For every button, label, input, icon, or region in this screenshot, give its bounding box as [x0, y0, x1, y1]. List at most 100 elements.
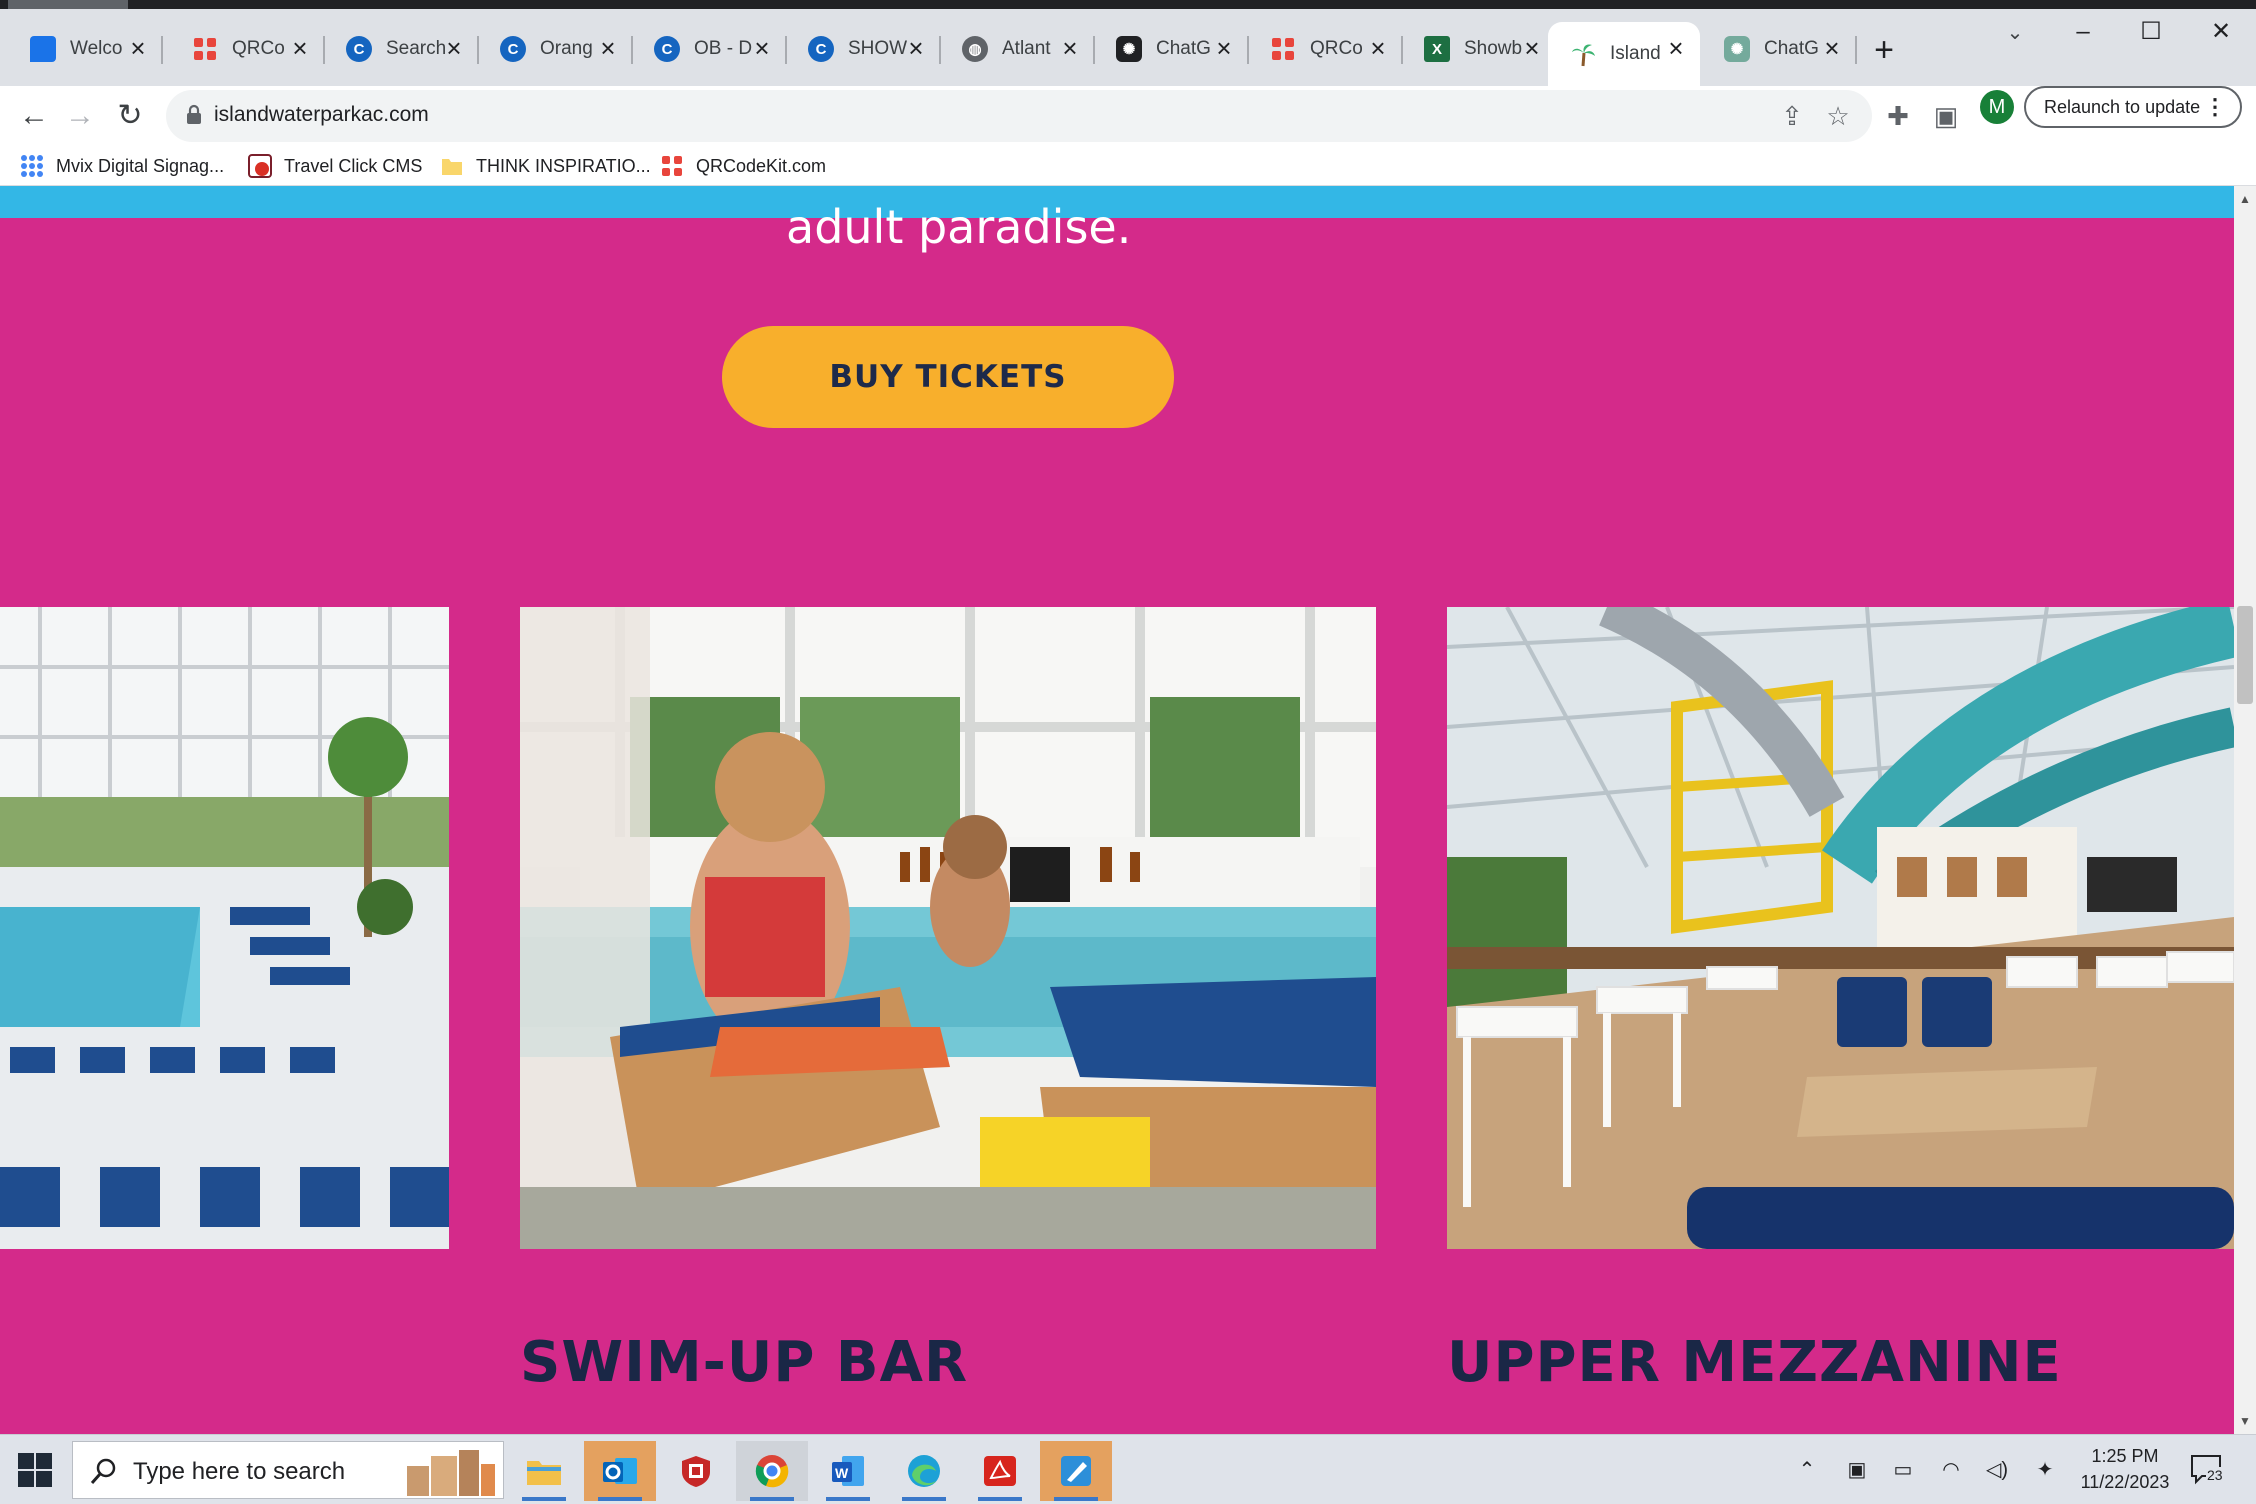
wifi-icon[interactable]: ◠ [1936, 1455, 1966, 1485]
window-top-edge [0, 0, 2256, 9]
tab-ob[interactable]: C OB - D × [632, 22, 787, 76]
tab-orange[interactable]: C Orang × [478, 22, 633, 76]
tab-qrcode-2[interactable]: QRCo × [1248, 22, 1403, 76]
system-clock[interactable]: 1:25 PM 11/22/2023 [2070, 1443, 2180, 1495]
url-text[interactable]: islandwaterparkac.com [214, 103, 429, 127]
bookmark-qrcodekit[interactable]: QRCodeKit.com [660, 150, 826, 182]
bookmark-think-inspiration[interactable]: THINK INSPIRATIO... [440, 150, 651, 182]
close-icon[interactable]: × [1664, 35, 1688, 61]
bookmark-travel-click[interactable]: Travel Click CMS [248, 150, 422, 182]
reload-button[interactable]: ↻ [108, 94, 152, 138]
tab-island-active[interactable]: Island × [1548, 22, 1700, 86]
relaunch-label: Relaunch to update [2044, 97, 2201, 117]
globe-icon: ◍ [962, 36, 988, 62]
side-panel-icon[interactable]: ▣ [1930, 100, 1962, 132]
close-icon[interactable]: × [596, 35, 620, 61]
scroll-up-arrow-icon[interactable]: ▲ [2234, 188, 2256, 210]
chrome-icon[interactable] [736, 1441, 808, 1501]
apps-grid-icon [20, 154, 44, 178]
browser-toolbar: ← → ↻ islandwaterparkac.com ⇪ ☆ ✚ ▣ [0, 86, 2256, 146]
tab-title: OB - D [694, 38, 753, 59]
bookmark-label: Travel Click CMS [284, 155, 423, 176]
close-icon[interactable]: × [750, 35, 774, 61]
close-icon[interactable]: × [1520, 35, 1544, 61]
folder-icon [440, 154, 464, 178]
tab-title: Search [386, 38, 447, 59]
more-menu-icon[interactable]: ⋮ [2204, 88, 2226, 126]
tab-title: Atlant [1002, 38, 1051, 59]
tab-chatgpt[interactable]: ✺ ChatG × [1094, 22, 1249, 76]
upper-mezzanine-caption: UPPER MEZZANINE [1447, 1330, 2062, 1395]
back-button[interactable]: ← [12, 94, 56, 138]
address-bar[interactable]: islandwaterparkac.com ⇪ ☆ [166, 90, 1872, 142]
bookmark-star-icon[interactable]: ☆ [1824, 102, 1852, 130]
close-icon[interactable]: × [288, 35, 312, 61]
tab-title: QRCo [1310, 38, 1363, 59]
tab-atlantic[interactable]: ◍ Atlant × [940, 22, 1095, 76]
tab-search-chevron-icon[interactable]: ⌄ [2000, 20, 2030, 50]
clock-date: 11/22/2023 [2080, 1472, 2170, 1492]
scrollbar-thumb[interactable] [2237, 606, 2253, 704]
close-window-button[interactable]: ✕ [2198, 14, 2244, 50]
outlook-icon[interactable] [584, 1441, 656, 1501]
close-icon[interactable]: × [126, 35, 150, 61]
search-icon [89, 1456, 119, 1486]
security-icon[interactable] [660, 1441, 732, 1501]
paint-icon[interactable] [1040, 1441, 1112, 1501]
edge-icon[interactable] [888, 1441, 960, 1501]
vertical-scrollbar[interactable]: ▲ ▼ [2234, 186, 2256, 1434]
volume-icon[interactable]: ◁) [1982, 1455, 2012, 1485]
lock-icon [186, 104, 202, 126]
close-icon[interactable]: × [442, 35, 466, 61]
buy-tickets-button[interactable]: BUY TICKETS [722, 326, 1174, 428]
notification-center-icon[interactable]: 23 [2190, 1453, 2226, 1487]
dropbox-icon[interactable]: ✦ [2030, 1455, 2060, 1485]
show-hidden-icons-chevron-icon[interactable]: ⌃ [1792, 1455, 1822, 1485]
acrobat-icon[interactable] [964, 1441, 1036, 1501]
taskbar-search-box[interactable]: Type here to search [72, 1441, 504, 1499]
relaunch-to-update-button[interactable]: Relaunch to update ⋮ [2024, 86, 2242, 128]
tab-showbook[interactable]: X Showb × [1402, 22, 1557, 76]
forward-button[interactable]: → [58, 94, 102, 138]
share-icon[interactable]: ⇪ [1778, 102, 1806, 130]
bookmarks-bar: Mvix Digital Signag... Travel Click CMS … [0, 146, 2256, 186]
tab-title: SHOW [848, 38, 908, 59]
close-icon[interactable]: × [904, 35, 928, 61]
scroll-down-arrow-icon[interactable]: ▼ [2234, 1410, 2256, 1432]
word-icon[interactable]: W [812, 1441, 884, 1501]
battery-icon[interactable]: ▭ [1888, 1455, 1918, 1485]
windows-taskbar: Type here to search W ⌃ ▣ ▭ ◠ ◁) ✦ 1:25 … [0, 1434, 2256, 1504]
qr-icon [192, 36, 218, 62]
tab-search[interactable]: C Search × [324, 22, 479, 76]
meet-now-icon[interactable]: ▣ [1842, 1455, 1872, 1485]
bookmark-label: THINK INSPIRATIO... [476, 155, 651, 176]
bookmark-label: Mvix Digital Signag... [56, 155, 225, 176]
bookmark-mvix[interactable]: Mvix Digital Signag... [20, 150, 224, 182]
close-icon[interactable]: × [1820, 35, 1844, 61]
new-tab-button[interactable]: + [1864, 30, 1904, 70]
file-explorer-icon[interactable] [508, 1441, 580, 1501]
tab-title: Welco [70, 38, 123, 59]
palm-icon [1570, 41, 1596, 67]
openai-icon: ✺ [1116, 36, 1142, 62]
tab-title: Island [1610, 43, 1661, 64]
search-highlight-image [397, 1446, 497, 1496]
tab-welcome[interactable]: Welco × [8, 22, 163, 76]
minimize-button[interactable]: – [2060, 14, 2106, 50]
close-icon[interactable]: × [1058, 35, 1082, 61]
tab-show[interactable]: C SHOW × [786, 22, 941, 76]
hero-text: adult paradise. [786, 200, 1132, 254]
windows-start-icon[interactable] [18, 1453, 52, 1487]
chat-icon [30, 36, 56, 62]
profile-avatar[interactable]: M [1980, 90, 2014, 124]
maximize-button[interactable]: ☐ [2128, 14, 2174, 50]
tab-title: ChatG [1764, 38, 1819, 59]
c-icon: C [654, 36, 680, 62]
tab-title: ChatG [1156, 38, 1211, 59]
close-icon[interactable]: × [1212, 35, 1236, 61]
close-icon[interactable]: × [1366, 35, 1390, 61]
tab-qrcode[interactable]: QRCo × [170, 22, 325, 76]
extensions-puzzle-icon[interactable]: ✚ [1882, 100, 1914, 132]
swim-up-bar-caption: SWIM-UP BAR [520, 1330, 969, 1395]
tab-chatgpt-2[interactable]: ✺ ChatG × [1702, 22, 1857, 76]
